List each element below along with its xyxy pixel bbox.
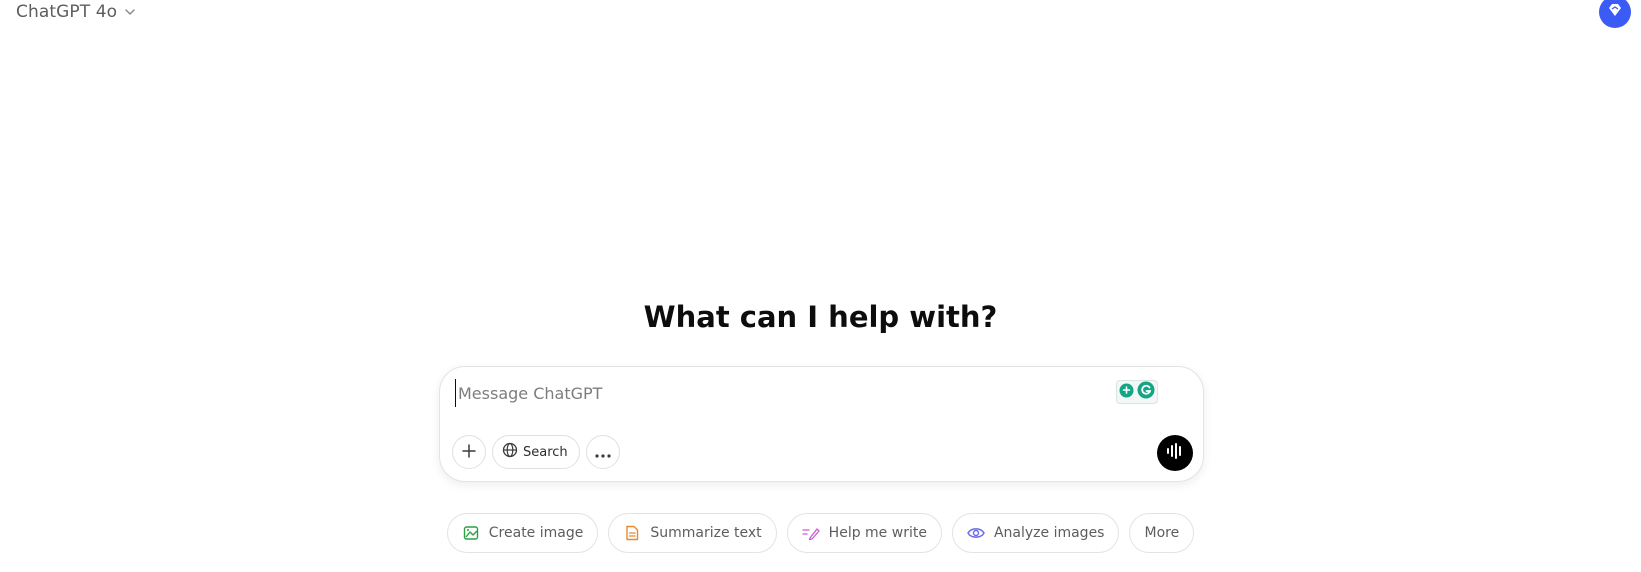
more-tools-button[interactable]	[585, 435, 620, 469]
pen-icon	[802, 524, 820, 542]
suggestion-create-image[interactable]: Create image	[446, 513, 599, 553]
upgrade-badge-button[interactable]	[1599, 0, 1631, 28]
suggestion-label: More	[1144, 525, 1180, 541]
suggestion-summarize-text[interactable]: Summarize text	[608, 513, 777, 553]
globe-icon	[502, 442, 518, 462]
ellipsis-icon	[595, 443, 611, 462]
suggestion-help-me-write[interactable]: Help me write	[786, 513, 942, 553]
grammarly-lightbulb-icon	[1119, 383, 1134, 402]
voice-mode-button[interactable]	[1157, 435, 1193, 471]
chat-page: ChatGPT 4o What can I help with? Message…	[0, 0, 1641, 572]
search-button[interactable]: Search	[492, 435, 580, 469]
message-input[interactable]	[455, 379, 1058, 407]
document-icon	[623, 524, 641, 542]
suggestion-label: Summarize text	[650, 525, 762, 541]
grammarly-g-icon	[1137, 381, 1155, 403]
search-button-label: Search	[523, 444, 568, 460]
diamond-icon	[1606, 1, 1624, 23]
suggestion-label: Create image	[488, 525, 584, 541]
message-composer: Search	[439, 366, 1204, 482]
grammarly-widget[interactable]	[1116, 380, 1158, 404]
model-name: ChatGPT 4o	[16, 2, 118, 22]
suggestion-chips: Create image Summarize text Help me writ…	[0, 513, 1641, 553]
suggestion-label: Help me write	[828, 525, 927, 541]
model-switcher[interactable]: ChatGPT 4o	[16, 0, 137, 24]
eye-icon	[967, 524, 985, 542]
suggestion-label: Analyze images	[993, 525, 1105, 541]
composer-toolbar: Search	[452, 435, 620, 469]
create-image-icon	[462, 524, 480, 542]
waveform-icon	[1166, 443, 1184, 463]
suggestion-analyze-images[interactable]: Analyze images	[951, 513, 1120, 553]
chevron-down-icon	[123, 5, 137, 19]
page-title: What can I help with?	[643, 300, 998, 334]
suggestion-more[interactable]: More	[1129, 513, 1195, 553]
attach-button[interactable]	[452, 435, 486, 469]
plus-icon	[462, 443, 476, 462]
